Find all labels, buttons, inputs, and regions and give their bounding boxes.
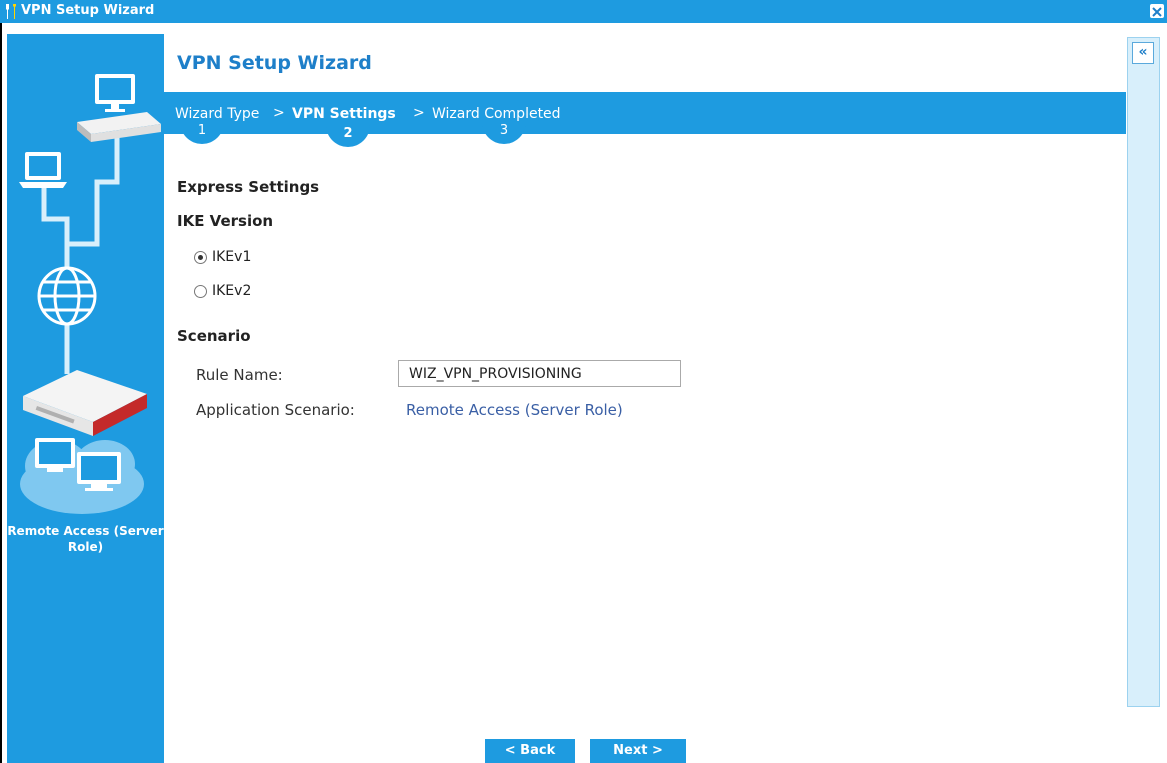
ikev1-radio[interactable] (194, 251, 207, 264)
scenario-caption: Remote Access (Server Role) (7, 524, 164, 554)
monitor-icon (95, 74, 135, 112)
router-icon (23, 370, 147, 436)
scenario-illustration-panel: Remote Access (Server Role) (7, 34, 164, 763)
globe-icon (37, 266, 97, 326)
wizard-tools-icon (3, 3, 19, 20)
step-wizard-type: Wizard Type (175, 106, 260, 122)
express-settings-heading: Express Settings (177, 178, 320, 196)
step-vpn-settings: VPN Settings (292, 106, 396, 122)
window-title: VPN Setup Wizard (21, 3, 155, 18)
rule-name-label: Rule Name: (196, 366, 283, 384)
step-separator: > (413, 105, 425, 121)
wizard-heading: VPN Setup Wizard (177, 52, 372, 74)
computers-icon (20, 438, 144, 514)
wizard-frame (0, 23, 1167, 763)
laptop-icon (19, 152, 67, 188)
wizard-step-bar: Wizard Type > VPN Settings > Wizard Comp… (164, 92, 1126, 147)
ike-version-heading: IKE Version (177, 212, 274, 230)
application-scenario-value: Remote Access (Server Role) (406, 401, 623, 419)
close-icon[interactable] (1150, 4, 1164, 18)
step-separator: > (273, 105, 285, 121)
next-button[interactable]: Next > (590, 739, 686, 763)
help-panel: « (1127, 37, 1160, 707)
ikev1-label: IKEv1 (212, 249, 252, 265)
ikev2-label: IKEv2 (212, 283, 252, 299)
ikev2-radio[interactable] (194, 285, 207, 298)
window-title-bar: VPN Setup Wizard (0, 0, 1167, 23)
rule-name-input[interactable] (398, 360, 681, 387)
double-chevron-left-icon[interactable]: « (1132, 42, 1154, 64)
switch-icon (77, 112, 161, 142)
back-button[interactable]: < Back (485, 739, 575, 763)
application-scenario-label: Application Scenario: (196, 401, 355, 419)
step-wizard-completed: Wizard Completed (432, 106, 561, 122)
scenario-heading: Scenario (177, 327, 251, 345)
